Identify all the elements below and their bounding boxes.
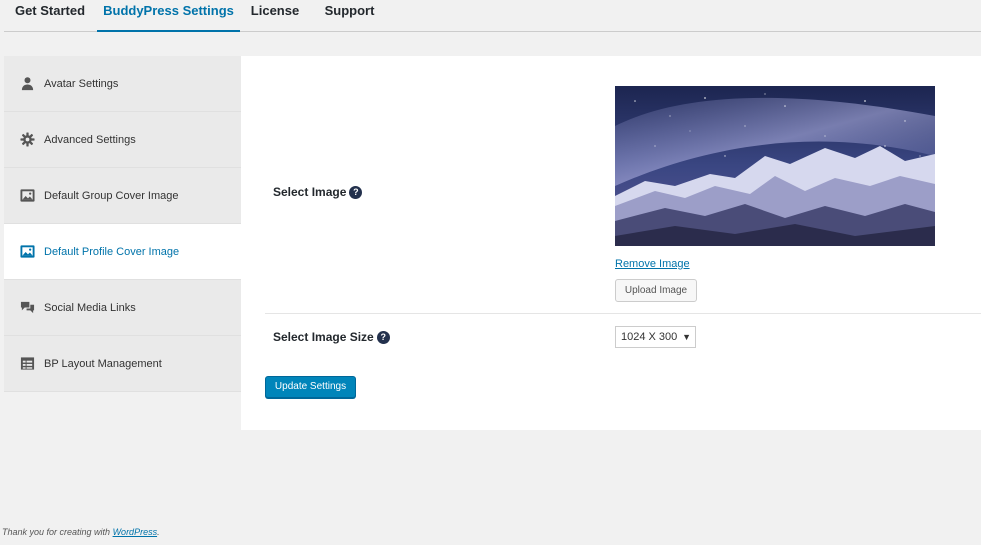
image-size-select[interactable]: 1024 X 300 ▼ — [615, 326, 696, 348]
sidebar-item-default-group-cover-image[interactable]: Default Group Cover Image — [4, 168, 241, 224]
chat-bubbles-icon — [20, 300, 35, 315]
admin-footer: Thank you for creating with WordPress. — [2, 527, 160, 537]
help-icon[interactable]: ? — [376, 330, 390, 344]
upload-image-button[interactable]: Upload Image — [615, 279, 697, 302]
settings-tabs: Get Started BuddyPress Settings License … — [4, 0, 981, 32]
remove-image-link[interactable]: Remove Image — [615, 258, 690, 270]
image-icon — [20, 188, 35, 203]
footer-suffix: . — [157, 527, 160, 537]
sidebar-item-social-media-links[interactable]: Social Media Links — [4, 280, 241, 336]
chevron-down-icon: ▼ — [682, 332, 691, 342]
sidebar-item-label: Default Profile Cover Image — [44, 245, 180, 258]
tab-license[interactable]: License — [250, 0, 300, 32]
sidebar-item-label: Default Group Cover Image — [44, 189, 179, 202]
sidebar-item-default-profile-cover-image[interactable]: Default Profile Cover Image — [4, 224, 242, 280]
select-image-size-label: Select Image Size ? — [273, 330, 390, 344]
tab-buddypress-settings[interactable]: BuddyPress Settings — [97, 0, 240, 32]
update-settings-button[interactable]: Update Settings — [265, 376, 356, 398]
row-divider — [265, 313, 981, 314]
sidebar-item-bp-layout-management[interactable]: BP Layout Management — [4, 336, 241, 392]
select-image-label: Select Image ? — [273, 185, 363, 199]
sidebar-item-label: Social Media Links — [44, 301, 136, 314]
mountain-night-image — [615, 86, 935, 246]
tab-support[interactable]: Support — [322, 0, 377, 32]
tab-get-started[interactable]: Get Started — [4, 0, 96, 32]
sidebar-item-label: Advanced Settings — [44, 133, 136, 146]
wordpress-link[interactable]: WordPress — [113, 527, 158, 537]
help-icon[interactable]: ? — [349, 185, 363, 199]
sidebar-item-advanced-settings[interactable]: Advanced Settings — [4, 112, 241, 168]
settings-panel: Select Image ? Remove Image Upload Image… — [241, 56, 981, 430]
sidebar-item-label: Avatar Settings — [44, 77, 119, 90]
person-icon — [20, 76, 35, 91]
footer-text: Thank you for creating with — [2, 527, 113, 537]
sidebar-item-label: BP Layout Management — [44, 357, 162, 370]
image-size-value: 1024 X 300 — [621, 331, 678, 343]
gear-icon — [20, 132, 35, 147]
image-icon — [20, 244, 35, 259]
settings-sidebar: Avatar Settings Advanced Settings Defaul… — [4, 56, 242, 392]
table-icon — [20, 356, 35, 371]
cover-image-preview — [615, 86, 935, 246]
sidebar-item-avatar-settings[interactable]: Avatar Settings — [4, 56, 241, 112]
